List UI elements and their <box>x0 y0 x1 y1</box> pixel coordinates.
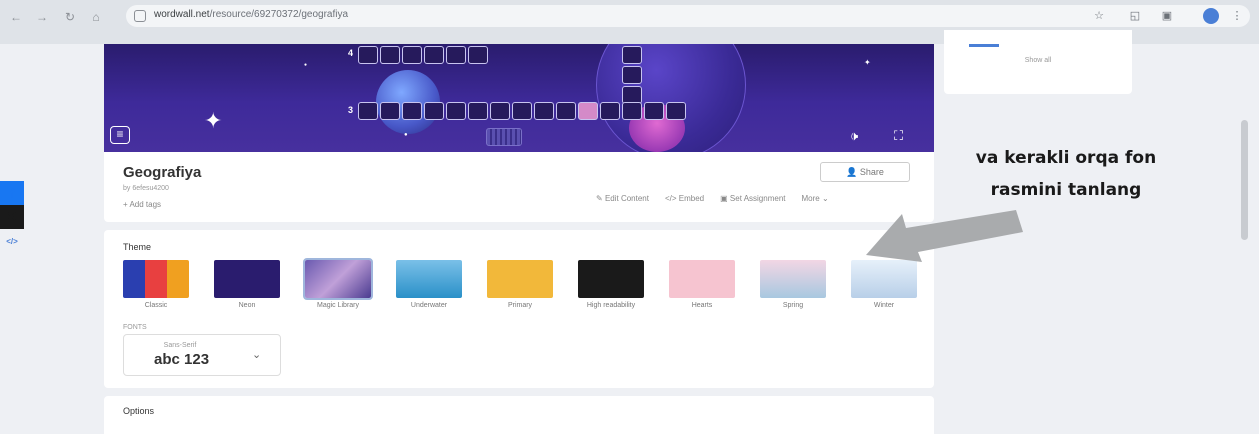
bookmark-star-icon[interactable]: ☆ <box>1092 9 1106 23</box>
home-icon[interactable]: ⌂ <box>88 9 104 25</box>
theme-thumbnail <box>487 260 553 298</box>
x-icon[interactable]: ✕ <box>0 205 24 229</box>
activity-info-card: Geografiya by 6efesu4200 + Add tags 👤 Sh… <box>104 152 934 222</box>
theme-label: Winter <box>873 302 895 309</box>
theme-option-classic[interactable]: Classic <box>123 260 189 309</box>
game-menu-button[interactable]: ≡ <box>110 126 130 144</box>
forward-icon[interactable]: → <box>34 9 50 25</box>
theme-label: Neon <box>238 302 256 309</box>
theme-label: Magic Library <box>316 302 359 309</box>
row-number: 3 <box>348 105 354 115</box>
theme-option-high-readability[interactable]: High readability <box>578 260 644 309</box>
embed-icon[interactable]: </> <box>0 229 24 253</box>
theme-option-spring[interactable]: Spring <box>760 260 826 309</box>
sparkle-icon: ✦ <box>204 108 223 133</box>
theme-option-hearts[interactable]: Hearts <box>669 260 735 309</box>
facebook-icon[interactable]: f <box>0 181 24 205</box>
font-sample: abc 123 <box>154 351 210 368</box>
activity-actions: ✎ Edit Content </> Embed ▣ Set Assignmen… <box>596 194 829 203</box>
widget-thumbnail <box>969 44 999 47</box>
star-icon: ● <box>404 132 408 138</box>
show-all-link[interactable]: Show all <box>944 57 1132 64</box>
related-widget: Show all <box>944 30 1132 94</box>
crossword-row-4[interactable] <box>358 46 488 64</box>
theme-thumbnail <box>123 260 189 298</box>
embed-button[interactable]: </> Embed <box>665 194 704 203</box>
theme-thumbnail <box>303 258 373 300</box>
theme-thumbnail <box>578 260 644 298</box>
fonts-label: FONTS <box>123 324 147 331</box>
font-style-label: Sans-Serif <box>163 342 197 349</box>
share-icon: 👤 <box>846 167 860 177</box>
theme-label: High readability <box>586 302 636 309</box>
theme-option-underwater[interactable]: Underwater <box>396 260 462 309</box>
extensions-icon[interactable]: ◱ <box>1128 9 1142 23</box>
scrollbar-thumb[interactable] <box>1241 120 1248 240</box>
theme-thumbnail <box>760 260 826 298</box>
annotation-arrow <box>866 210 1023 262</box>
chevron-down-icon: ⌄ <box>252 349 262 361</box>
theme-thumbnail <box>214 260 280 298</box>
keyboard-icon[interactable] <box>486 128 522 146</box>
sound-icon[interactable]: 🕩 <box>850 128 858 144</box>
add-tags-link[interactable]: + Add tags <box>123 200 161 209</box>
url-text: wordwall.net/resource/69270372/geografiy… <box>154 9 349 20</box>
author-label[interactable]: by 6efesu4200 <box>123 185 169 192</box>
theme-label: Classic <box>144 302 168 309</box>
address-bar[interactable]: wordwall.net/resource/69270372/geografiy… <box>126 5 1250 27</box>
edit-content-button[interactable]: ✎ Edit Content <box>596 194 649 203</box>
options-heading: Options <box>123 406 155 416</box>
font-select[interactable]: Sans-Serif abc 123 ⌄ <box>123 334 281 376</box>
theme-label: Hearts <box>691 302 713 309</box>
theme-option-neon[interactable]: Neon <box>214 260 280 309</box>
share-button[interactable]: 👤 Share <box>820 162 910 182</box>
set-assignment-button[interactable]: ▣ Set Assignment <box>720 194 785 203</box>
page-title: Geografiya <box>123 164 202 181</box>
more-button[interactable]: More ⌄ <box>802 194 829 203</box>
crossword-row-3[interactable] <box>358 102 686 120</box>
theme-option-magic-library[interactable]: Magic Library <box>303 258 373 309</box>
back-icon[interactable]: ← <box>8 9 24 25</box>
theme-card: Theme Classic Neon Magic Library Underwater… <box>104 230 934 388</box>
star-icon: ● <box>304 62 308 68</box>
crossword-column[interactable] <box>622 46 642 104</box>
row-number: 4 <box>348 48 354 58</box>
theme-label: Underwater <box>410 302 448 309</box>
star-icon: ✦ <box>864 58 871 67</box>
theme-heading: Theme <box>123 242 152 252</box>
theme-label: Primary <box>507 302 533 309</box>
annotation-line-2: rasmini tanlang <box>990 180 1142 200</box>
theme-option-primary[interactable]: Primary <box>487 260 553 309</box>
theme-label: Spring <box>782 302 804 309</box>
game-player[interactable]: ✦ ● ✦ ● 4 3 ≡ 🕩 ⛶ <box>104 44 934 152</box>
annotation-line-1: va kerakli orqa fon <box>975 148 1157 168</box>
reload-icon[interactable]: ↻ <box>62 9 78 25</box>
site-info-icon[interactable] <box>134 10 146 22</box>
theme-thumbnail <box>396 260 462 298</box>
theme-thumbnail <box>669 260 735 298</box>
fullscreen-icon[interactable]: ⛶ <box>894 128 903 144</box>
sidepanel-icon[interactable]: ▣ <box>1160 9 1174 23</box>
browser-menu-icon[interactable]: ⋮ <box>1230 9 1244 23</box>
profile-avatar[interactable] <box>1203 8 1219 24</box>
options-card: Options <box>104 396 934 434</box>
